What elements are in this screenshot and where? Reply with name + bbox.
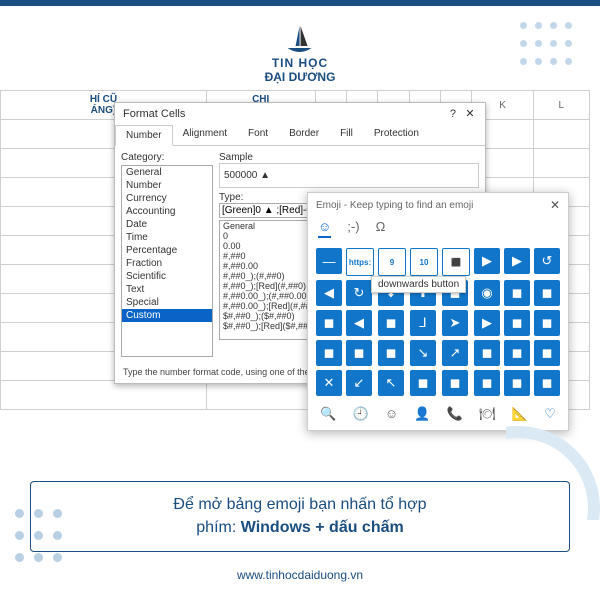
tab-number[interactable]: Number (115, 125, 173, 146)
emoji-item[interactable]: ◼ (534, 340, 560, 366)
search-icon[interactable]: 🔍 (320, 406, 336, 422)
emoji-item[interactable]: ◀ (346, 310, 372, 336)
sample-label: Sample (219, 152, 479, 163)
emoji-item[interactable]: ✕ (316, 370, 342, 396)
emoji-tooltip: downwards button (371, 276, 466, 293)
cat-item[interactable]: Scientific (122, 270, 212, 283)
dot-decoration (516, 18, 586, 88)
emoji-item[interactable]: ↻ (346, 280, 372, 306)
emoji-tab-smiley[interactable]: ☺ (318, 219, 331, 238)
col-letter: L (533, 91, 589, 120)
close-icon[interactable]: ✕ (463, 107, 477, 120)
category-label: Category: (121, 152, 213, 163)
cat-item[interactable]: Special (122, 296, 212, 309)
emoji-item[interactable]: ▶ (474, 248, 500, 274)
close-icon[interactable]: ✕ (550, 198, 560, 212)
top-border (0, 0, 600, 6)
people-icon[interactable]: 👤 (414, 406, 430, 422)
emoji-tab-kaomoji[interactable]: ;-) (347, 219, 359, 238)
objects-icon[interactable]: 📐 (512, 406, 528, 422)
cat-item[interactable]: Accounting (122, 205, 212, 218)
help-icon[interactable]: ? (446, 108, 460, 120)
emoji-item[interactable]: ➤ (442, 310, 468, 336)
brand-logo: TIN HỌC ĐẠI DƯƠNG (265, 24, 336, 84)
emoji-item[interactable]: — (316, 248, 342, 274)
emoji-panel: Emoji - Keep typing to find an emoji ✕ ☺… (307, 192, 569, 431)
emoji-item[interactable]: ↺ (534, 248, 560, 274)
tab-protection[interactable]: Protection (364, 124, 430, 145)
cat-item[interactable]: Percentage (122, 244, 212, 257)
dialog-title: Format Cells (123, 108, 185, 120)
emoji-item[interactable]: ◼ (378, 310, 404, 336)
heart-icon[interactable]: ♡ (544, 406, 556, 422)
emoji-item[interactable]: ◉ (474, 280, 500, 306)
emoji-item[interactable]: ▶ (474, 310, 500, 336)
emoji-item[interactable]: ◼ (504, 310, 530, 336)
smiley-icon[interactable]: ☺ (385, 406, 398, 422)
emoji-item[interactable]: ↙ (346, 370, 372, 396)
cat-item[interactable]: Number (122, 179, 212, 192)
emoji-item[interactable]: ◀ (316, 280, 342, 306)
tab-font[interactable]: Font (238, 124, 279, 145)
emoji-item[interactable]: ⬛ (442, 248, 470, 276)
emoji-item[interactable]: ↖ (378, 370, 404, 396)
dialog-tabs: Number Alignment Font Border Fill Protec… (115, 124, 485, 146)
cat-item[interactable]: Date (122, 218, 212, 231)
tab-border[interactable]: Border (279, 124, 330, 145)
sailboat-icon (282, 24, 318, 54)
phone-icon[interactable]: 📞 (447, 406, 463, 422)
cat-item[interactable]: Currency (122, 192, 212, 205)
caption-line1: Để mở bảng emoji bạn nhấn tổ hợp (173, 496, 426, 513)
emoji-item[interactable]: ◼ (504, 340, 530, 366)
caption-box: Để mở bảng emoji bạn nhấn tổ hợp phím: W… (30, 481, 570, 552)
logo-line1: TIN HỌC (265, 56, 336, 70)
caption-bold: Windows + dấu chấm (241, 519, 404, 536)
cat-item[interactable]: Fraction (122, 257, 212, 270)
sample-value: 500000 ▲ (219, 163, 479, 188)
emoji-item[interactable]: ◼ (346, 340, 372, 366)
tab-fill[interactable]: Fill (330, 124, 364, 145)
emoji-item[interactable]: ◼ (474, 370, 500, 396)
caption-line2: phím: (196, 519, 240, 536)
emoji-item[interactable]: 10 (410, 248, 438, 276)
emoji-item[interactable]: ◼ (504, 280, 530, 306)
emoji-item[interactable]: 9 (378, 248, 406, 276)
cat-item[interactable]: Time (122, 231, 212, 244)
category-list[interactable]: General Number Currency Accounting Date … (121, 165, 213, 357)
site-url: www.tinhocdaiduong.vn (0, 568, 600, 582)
emoji-tab-symbols[interactable]: Ω (376, 219, 386, 238)
emoji-item[interactable]: ◼ (534, 280, 560, 306)
cat-item-selected[interactable]: Custom (122, 309, 212, 322)
emoji-item[interactable]: ◼ (474, 340, 500, 366)
emoji-grid: — https: 9 10 ⬛ ▶ ▶ ↺ ◀ ↻ ⬇ ⬆ ◼ ◉ ◼ ◼ ◼ … (308, 244, 568, 400)
recent-icon[interactable]: 🕘 (352, 406, 368, 422)
emoji-item[interactable]: ↘ (410, 340, 436, 366)
emoji-item[interactable]: ◼ (442, 370, 468, 396)
emoji-item[interactable]: ⅃ (410, 310, 436, 336)
emoji-item[interactable]: ◼ (316, 310, 342, 336)
emoji-title: Emoji - Keep typing to find an emoji (316, 200, 473, 211)
logo-line2: ĐẠI DƯƠNG (265, 70, 336, 84)
emoji-item[interactable]: ◼ (410, 370, 436, 396)
emoji-item[interactable]: ▶ (504, 248, 530, 274)
emoji-item[interactable]: ◼ (378, 340, 404, 366)
cat-item[interactable]: General (122, 166, 212, 179)
emoji-item[interactable]: ◼ (316, 340, 342, 366)
emoji-item[interactable]: ◼ (534, 370, 560, 396)
emoji-item[interactable]: https: (346, 248, 374, 276)
cat-item[interactable]: Text (122, 283, 212, 296)
emoji-item[interactable]: ◼ (534, 310, 560, 336)
emoji-item[interactable]: ↗ (442, 340, 468, 366)
emoji-item[interactable]: ◼ (504, 370, 530, 396)
tab-alignment[interactable]: Alignment (173, 124, 238, 145)
food-icon[interactable]: 🍽 (479, 406, 496, 422)
dot-decoration-b (10, 504, 67, 570)
